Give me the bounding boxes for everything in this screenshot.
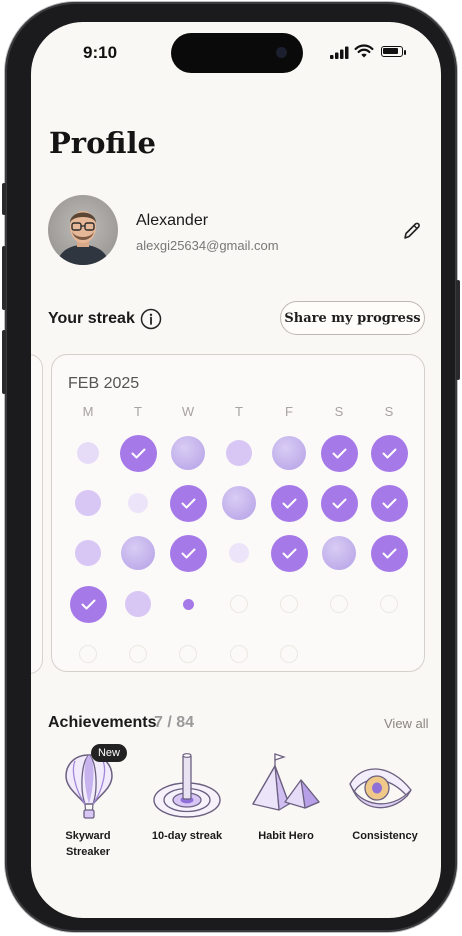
streak-day[interactable] [125,591,151,617]
streak-day-completed[interactable] [320,484,358,522]
mute-switch [2,183,6,215]
volume-down-button [2,330,6,394]
achievement-label-4: Consistency [352,830,418,842]
hot-air-balloon-icon[interactable] [61,752,117,820]
streak-day-empty[interactable] [330,595,348,613]
previous-month-card[interactable] [31,354,43,674]
battery-tip [404,50,406,55]
new-badge-tag: New [91,744,127,762]
weekday-label: S [384,404,394,419]
avatar-portrait [56,211,110,265]
check-icon [282,498,296,508]
view-all-link[interactable]: View all [384,716,429,731]
calendar-month: FEB 2025 [68,375,140,392]
weekday-label: S [334,404,344,419]
streak-day[interactable] [182,598,194,610]
streak-day-empty[interactable] [280,645,298,663]
streak-day[interactable] [121,536,155,570]
streak-day[interactable] [272,436,306,470]
achievements-count: 7 / 84 [154,714,195,731]
weekday-label: W [181,404,195,419]
streak-day-completed[interactable] [69,585,107,623]
achievements-title: Achievements [48,714,157,731]
weekday-label: T [134,404,142,419]
achievement-label-1: Skyward Streaker [65,830,111,858]
check-icon [81,599,95,609]
check-icon [131,448,145,458]
streak-day-empty[interactable] [129,645,147,663]
streak-day[interactable] [322,536,356,570]
check-icon [181,498,195,508]
streak-day-empty[interactable] [230,595,248,613]
weekday-label: M [82,404,94,419]
status-time: 9:10 [83,43,118,62]
battery-icon [381,46,403,57]
streak-day[interactable] [226,440,252,466]
status-bar: 9:10 [31,22,441,82]
avatar[interactable] [48,195,118,265]
check-icon [332,448,346,458]
streak-day[interactable] [77,442,99,464]
phone-frame: 9:10 Profile Alexander alexgi25634@gmail… [5,2,457,932]
check-icon [382,498,396,508]
user-email: alexgi25634@gmail.com [136,238,279,253]
streak-day[interactable] [128,493,148,513]
target-icon[interactable] [151,752,223,820]
check-icon [382,448,396,458]
check-icon [282,548,296,558]
dynamic-island [171,33,303,73]
streak-day-completed[interactable] [270,534,308,572]
streak-day-completed[interactable] [320,434,358,472]
wifi-icon [354,44,374,58]
edit-pencil-icon[interactable] [401,220,423,242]
achievement-label-2: 10-day streak [151,830,223,842]
streak-day-completed[interactable] [370,484,408,522]
streak-day[interactable] [222,486,256,520]
streak-calendar-card[interactable]: FEB 2025 M T W T F S S [51,354,425,672]
streak-day-completed[interactable] [370,534,408,572]
share-progress-button[interactable]: Share my progress [280,301,425,335]
camera-icon [276,47,287,58]
streak-day-empty[interactable] [79,645,97,663]
weekday-label: T [235,404,243,419]
streak-day[interactable] [171,436,205,470]
volume-up-button [2,246,6,310]
cellular-signal-icon [330,46,349,59]
screen: 9:10 Profile Alexander alexgi25634@gmail… [31,22,441,918]
streak-day-empty[interactable] [280,595,298,613]
streak-day-completed[interactable] [169,484,207,522]
streak-day[interactable] [75,490,101,516]
check-icon [181,548,195,558]
user-name: Alexander [136,212,209,229]
weekday-label: F [285,404,293,419]
check-icon [382,548,396,558]
streak-day[interactable] [75,540,101,566]
eye-icon[interactable] [347,762,417,814]
check-icon [332,498,346,508]
streak-day[interactable] [229,543,249,563]
streak-day-completed[interactable] [370,434,408,472]
streak-day-empty[interactable] [179,645,197,663]
page-title: Profile [49,126,156,160]
power-button [456,280,460,380]
streak-day-empty[interactable] [230,645,248,663]
streak-day-completed[interactable] [119,434,157,472]
achievement-label-3: Habit Hero [258,830,314,842]
streak-day-empty[interactable] [380,595,398,613]
streak-day-completed[interactable] [270,484,308,522]
info-icon[interactable] [140,308,162,330]
streak-title: Your streak [48,310,135,327]
streak-day-completed[interactable] [169,534,207,572]
mountain-flag-icon[interactable] [249,752,323,814]
